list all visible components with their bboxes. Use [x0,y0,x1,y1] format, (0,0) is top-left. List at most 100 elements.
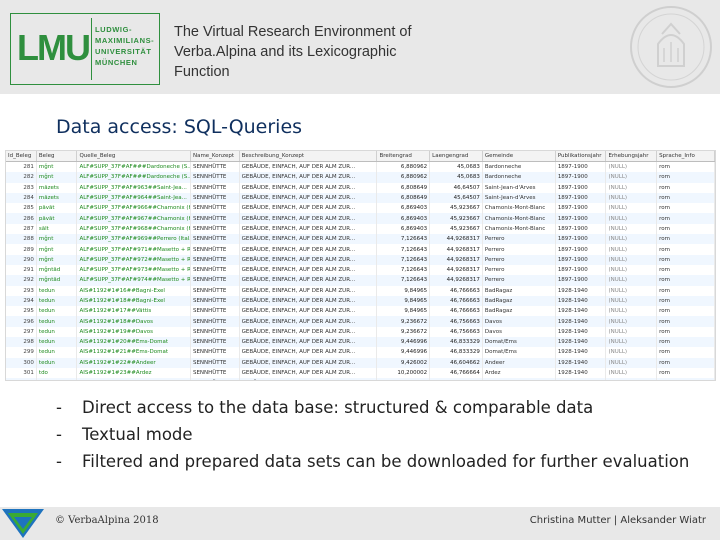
table-cell: SENNHÜTTE [190,172,240,183]
table-row[interactable]: 287sāltALF#SUPP_37F#AF#968##Chamonix (Ha… [6,223,715,235]
table-row[interactable]: 282 mǧnt ALF#SUPP_37F#AF###Dardoneche (S..… [6,172,715,183]
table-row[interactable]: 293 tedun AIS#1192#1#16##Bagni-Exel SENNHÜT… [6,285,715,296]
table-cell: (NULL) [605,223,658,235]
table-cell: mǧnt [36,244,78,255]
table-cell: (NULL) [605,203,658,214]
table-row[interactable]: 296 tedun AIS#1192#1#18##Davos SENNHÜTTE GEB… [6,316,715,327]
table-cell: 7,126643 [376,244,431,255]
table-row[interactable]: 281 mǧnt ALF#SUPP_37F#AF###Dardoneche (S..… [6,161,715,173]
bullet-text: Textual mode [82,425,193,444]
table-row[interactable]: 297 tedun AIS#1192#1#19##Davos SENNHÜTTE GEB… [6,326,715,338]
table-row[interactable]: 284 māzets ALF#SUPP_37F#AF#964##Saint-Jea.… [6,192,715,204]
lmu-logo: LMU LUDWIG- MAXIMILIANS- UNIVERSITÄT MÜN… [10,13,160,85]
header-bar: LMU LUDWIG- MAXIMILIANS- UNIVERSITÄT MÜN… [0,0,720,94]
table-cell: 1928-1940 [555,316,607,327]
table-row[interactable]: 285pāvātALF#SUPP_37F#AF#966##Chamonix (H… [6,203,715,214]
university-name-line: LUDWIG- [95,25,133,34]
column-header[interactable]: Quelle_Beleg [76,151,191,162]
table-row[interactable]: 292 mǧntād ALF#SUPP_37F#AF#974##Masetto + … [6,275,715,286]
column-header[interactable]: Breitengrad [376,151,431,162]
table-cell: 46,756663 [429,326,483,338]
table-row[interactable]: 290mǧntALF#SUPP_37F#AF#972##Masetto + Ri… [6,254,715,265]
table-cell: (NULL) [605,306,658,317]
table-cell: Perrero [482,244,556,255]
table-row[interactable]: 300 tedun AIS#1192#1#22##Andeer SENNHÜTTE GE… [6,357,715,368]
table-row[interactable]: 302tedunAIS#1192#1#24##Surnaho (Surselva… [6,378,715,380]
column-header[interactable]: Gemeinde [482,151,556,162]
table-cell: SENNHÜTTE [190,347,240,358]
table-row[interactable]: 301 tdo AIS#1192#1#23##Ardez SENNHÜTTE GEBÄU… [6,367,715,379]
table-row[interactable]: 291 mǧntād ALF#SUPP_37F#AF#973##Masetto + … [6,264,715,276]
table-cell: 1897-1900 [555,213,607,224]
table-row[interactable]: 288 mǧnt ALF#SUPP_37F#AF#969##Perrero (Ita… [6,234,715,245]
column-header[interactable]: Id_Beleg [6,151,37,162]
presentation-title: The Virtual Research Environment of Verb… [174,24,412,80]
table-cell: AIS#1192#1#22##Andeer [76,357,191,368]
table-cell: SENNHÜTTE [190,161,240,173]
table-cell: tedun [36,316,78,327]
table-cell: (NULL) [605,285,658,296]
lmu-logo-text: LMU [17,27,91,68]
university-name-line: UNIVERSITÄT [95,47,152,56]
table-cell: rom [656,172,715,183]
table-row[interactable]: 286pāvātALF#SUPP_37F#AF#967##Chamonix (H… [6,213,715,224]
table-cell: 1897-1900 [555,264,607,276]
logo-divider [91,18,92,80]
table-cell: Surselva [482,378,556,380]
table-cell: 9,446996 [376,347,431,358]
table-cell: SENNHÜTTE [190,285,240,296]
table-row[interactable]: 294 tedun AIS#1192#1#18##Bagni-Exel SENNHÜT… [6,295,715,307]
table-cell: (NULL) [605,161,658,173]
table-cell: 44,9268317 [429,275,483,286]
table-cell: (NULL) [605,172,658,183]
table-cell: tedun [36,378,78,380]
column-header[interactable]: Publikationsjahr [555,151,607,162]
table-cell: BadRagaz [482,306,556,317]
table-cell: 6,880962 [376,172,431,183]
table-cell: 45,923667 [429,223,483,235]
table-cell: 1897-1900 [555,234,607,245]
table-cell: Perrero [482,264,556,276]
results-grid: Id_Beleg Beleg Quelle_Beleg Name_Konzept Bes… [6,151,715,380]
table-cell: 1928-1940 [555,357,607,368]
table-cell: 46,756663 [429,316,483,327]
table-row[interactable]: 289mǧntALF#SUPP_37F#AF#971##Masetto + Ri… [6,244,715,255]
table-cell: rom [656,357,715,368]
table-cell: GEBÄUDE, EINFACH, AUF DER ALM ZUR... [239,192,378,204]
table-cell: ALF#SUPP_37F#AF#966##Chamonix (Haut... [76,203,191,214]
table-cell: AIS#1192#1#18##Bagni-Exel [76,295,191,307]
table-cell: Chamonix-Mont-Blanc [482,223,556,235]
table-row[interactable]: 298 tedun AIS#1192#1#20##Ems-Domat SENNHÜTT… [6,337,715,348]
table-row[interactable]: 299 tedun AIS#1192#1#21##Ems-Domat SENNHÜTT… [6,347,715,358]
table-body: 281 mǧnt ALF#SUPP_37F#AF###Dardoneche (S..… [6,161,715,380]
table-cell: GEBÄUDE, EINFACH, AUF DER ALM ZUR... [239,161,378,173]
column-header[interactable]: Beschreibung_Konzept [239,151,378,162]
table-cell: (NULL) [605,295,658,307]
table-cell: SENNHÜTTE [190,192,240,204]
column-header[interactable]: Name_Konzept [190,151,240,162]
table-cell: 7,126643 [376,264,431,276]
sql-results-table[interactable]: Id_Beleg Beleg Quelle_Beleg Name_Konzept Bes… [5,150,716,381]
table-cell: GEBÄUDE, EINFACH, AUF DER ALM ZUR... [239,182,378,193]
table-cell: tedun [36,337,78,348]
table-cell: rom [656,378,715,380]
table-row[interactable]: 283 māzets ALF#SUPP_37F#AF#963##Saint-Jea.… [6,182,715,193]
authors-text: Christina Mutter | Aleksander Wiatr [529,515,706,526]
table-cell: 45,923667 [429,203,483,214]
column-header[interactable]: Sprache_Info [656,151,715,162]
table-cell: 300 [6,357,37,368]
table-cell: rom [656,264,715,276]
table-cell: (NULL) [605,254,658,265]
column-header[interactable]: Erhebungsjahr [605,151,658,162]
table-cell: SENNHÜTTE [190,275,240,286]
table-cell: rom [656,182,715,193]
table-cell: ALF#SUPP_37F#AF#969##Perrero (Ital... [76,234,191,245]
table-row[interactable]: 295 tedun AIS#1192#1#17##Vättis SENNHÜTTE GE… [6,306,715,317]
table-cell: SENNHÜTTE [190,378,240,380]
table-cell: 44,9268317 [429,264,483,276]
table-cell: rom [656,192,715,204]
table-cell: SENNHÜTTE [190,223,240,235]
column-header[interactable]: Laengengrad [429,151,483,162]
table-cell: Davos [482,326,556,338]
column-header[interactable]: Beleg [36,151,78,162]
